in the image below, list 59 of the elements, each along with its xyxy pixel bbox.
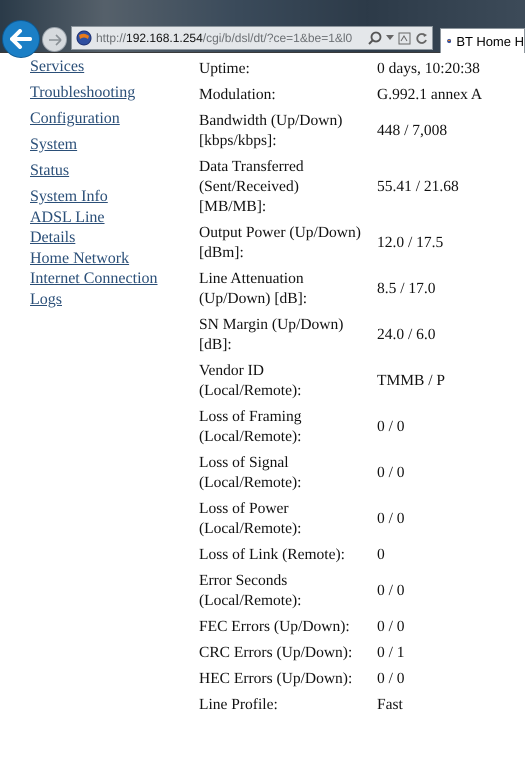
url-scheme: http://	[96, 31, 126, 45]
stat-label: Output Power (Up/Down) [dBm]:	[199, 223, 362, 263]
globe-icon	[76, 30, 92, 46]
stat-label: Vendor ID (Local/Remote):	[199, 361, 302, 401]
stat-value: 0 days, 10:20:38	[377, 59, 480, 79]
stat-value: 0 / 0	[377, 581, 405, 601]
stat-value: 55.41 / 21.68	[377, 177, 459, 197]
stat-value: 0 / 0	[377, 509, 405, 529]
sidebar-link[interactable]: Details	[30, 228, 76, 248]
stat-value: 0 / 0	[377, 669, 405, 689]
stat-value: G.992.1 annex A	[377, 85, 482, 105]
stat-label: Uptime:	[199, 59, 251, 79]
sidebar-link[interactable]: Troubleshooting	[30, 83, 136, 103]
stat-value: 0 / 1	[377, 643, 405, 663]
search-icon[interactable]	[368, 31, 382, 45]
address-bar[interactable]: http://192.168.1.254/cgi/b/dsl/dt/?ce=1&be=1&l0	[71, 26, 433, 50]
stat-label: Error Seconds (Local/Remote):	[199, 571, 302, 611]
stat-value: 0 / 0	[377, 617, 405, 637]
stat-value: 0 / 0	[377, 417, 405, 437]
stat-label: Modulation:	[199, 85, 277, 105]
stat-label: Line Profile:	[199, 695, 279, 715]
stat-value: 8.5 / 17.0	[377, 279, 436, 299]
sidebar-link[interactable]: System Info	[30, 187, 108, 207]
sidebar-link[interactable]: Services	[30, 57, 84, 77]
stat-value: Fast	[377, 695, 403, 715]
stat-label: HEC Errors (Up/Down):	[199, 669, 354, 689]
sidebar-link[interactable]: System	[30, 135, 78, 155]
sidebar-link[interactable]: Configuration	[30, 109, 120, 129]
stat-label: Loss of Signal (Local/Remote):	[199, 453, 302, 493]
stat-label: SN Margin (Up/Down) [dB]:	[199, 315, 344, 355]
back-button[interactable]	[2, 20, 40, 58]
browser-tab[interactable]: BT Home H	[440, 28, 525, 53]
sidebar-link[interactable]: Home Network	[30, 248, 130, 268]
sidebar-link[interactable]: Logs	[30, 290, 62, 310]
sidebar-link[interactable]: ADSL Line	[30, 208, 105, 228]
forward-button[interactable]	[42, 27, 67, 52]
stat-label: CRC Errors (Up/Down):	[199, 643, 354, 663]
sidebar-link[interactable]: Internet Connection	[30, 269, 158, 289]
dropdown-caret-icon[interactable]	[386, 35, 394, 41]
stat-value: 0	[377, 545, 385, 565]
stat-label: Line Attenuation (Up/Down) [dB]:	[199, 269, 308, 309]
stat-value: 12.0 / 17.5	[377, 233, 444, 253]
stat-value: 24.0 / 6.0	[377, 325, 436, 345]
sidebar-link[interactable]: Status	[30, 161, 70, 181]
stat-label: Bandwidth (Up/Down) [kbps/kbps]:	[199, 111, 344, 151]
refresh-icon[interactable]	[415, 32, 428, 44]
forward-arrow-icon	[48, 34, 62, 46]
url-path: /cgi/b/dsl/dt/?ce=1&be=1&l0	[202, 31, 352, 45]
stat-value: 0 / 0	[377, 463, 405, 483]
stat-label: Loss of Framing (Local/Remote):	[199, 407, 302, 447]
stat-label: Loss of Link (Remote):	[199, 545, 346, 565]
compatibility-icon[interactable]	[398, 32, 411, 44]
back-arrow-icon	[10, 29, 32, 49]
stat-label: FEC Errors (Up/Down):	[199, 617, 351, 637]
url-host: 192.168.1.254	[126, 31, 203, 45]
stat-label: Loss of Power (Local/Remote):	[199, 499, 302, 539]
stat-value: 448 / 7,008	[377, 121, 448, 141]
stat-label: Data Transferred (Sent/Received) [MB/MB]:	[199, 157, 305, 217]
stat-value: TMMB / P	[377, 371, 446, 391]
